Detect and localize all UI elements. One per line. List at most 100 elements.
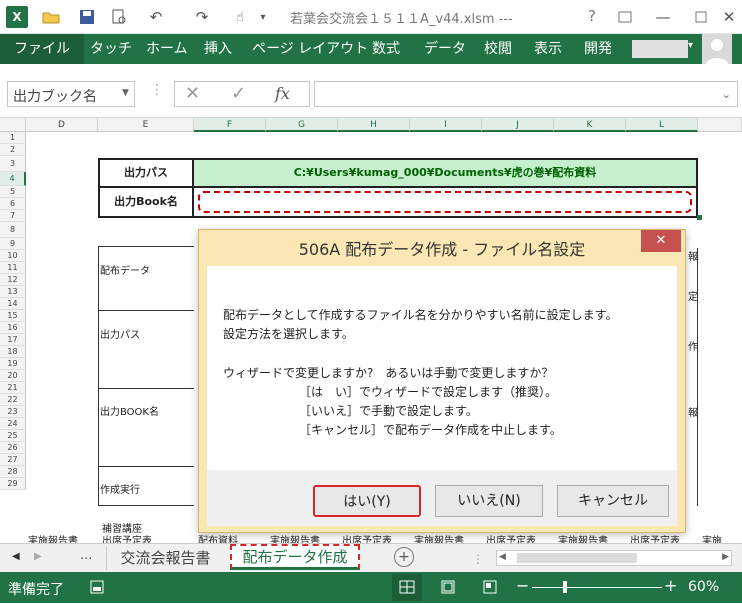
help-button[interactable]: ? [588, 7, 596, 25]
row-header[interactable]: 28 [0, 466, 26, 478]
cell-d29[interactable]: 実施報告書 [28, 532, 78, 543]
row-header[interactable]: 13 [0, 286, 26, 298]
account-dropdown-icon[interactable]: ▾ [688, 40, 693, 51]
tab-insert[interactable]: 挿入 [204, 34, 232, 64]
column-header[interactable]: D [26, 118, 98, 132]
sheet-tab-report[interactable]: 交流会報告書 [106, 546, 224, 570]
row-header[interactable]: 22 [0, 394, 26, 406]
cell-l29[interactable]: 出席予定表 [630, 532, 680, 543]
row-header[interactable]: 23 [0, 406, 26, 418]
row-header[interactable]: 14 [0, 298, 26, 310]
row-header[interactable]: 19 [0, 358, 26, 370]
cancel-entry-icon[interactable]: ✕ [185, 83, 200, 104]
cell-f29[interactable]: 配布資料 [198, 532, 238, 543]
cell-e29[interactable]: 出席予定表 [102, 532, 152, 543]
add-sheet-button[interactable]: + [394, 547, 414, 567]
tabbar-menu-icon[interactable]: ⋮ [472, 552, 484, 566]
row-header[interactable]: 7 [0, 210, 26, 222]
row-header[interactable]: 5 [0, 186, 26, 198]
name-box[interactable]: 出力ブック名 ▼ [7, 81, 135, 107]
macro-record-icon[interactable] [90, 580, 104, 597]
insert-function-icon[interactable]: fx [275, 84, 290, 103]
normal-view-icon[interactable] [392, 574, 422, 601]
print-preview-icon[interactable] [108, 6, 130, 28]
close-window-icon[interactable]: ✕ [718, 6, 740, 28]
row-header[interactable]: 15 [0, 310, 26, 322]
row-header[interactable]: 21 [0, 382, 26, 394]
tab-review[interactable]: 校閲 [484, 34, 512, 64]
cell-k29[interactable]: 実施報告書 [558, 532, 608, 543]
horizontal-scrollbar[interactable]: ◀ ▶ [496, 550, 732, 566]
row-header[interactable]: 11 [0, 262, 26, 274]
open-folder-icon[interactable] [40, 6, 62, 28]
row-header[interactable]: 2 [0, 144, 26, 156]
save-icon[interactable] [76, 6, 98, 28]
column-header[interactable]: L [626, 118, 698, 132]
cell-m29[interactable]: 実施 [702, 532, 722, 543]
next-sheet-icon[interactable]: ▶ [34, 551, 42, 562]
tab-file[interactable]: ファイル [0, 34, 84, 64]
output-book-cell[interactable] [194, 188, 698, 218]
page-layout-view-icon[interactable] [440, 580, 456, 597]
output-path-value[interactable]: C:¥Users¥kumag_000¥Documents¥虎の巻¥配布資料 [194, 158, 698, 188]
row-header[interactable]: 8 [0, 222, 26, 238]
zoom-in-button[interactable]: + [664, 576, 677, 595]
tab-developer[interactable]: 開発 [584, 34, 612, 64]
formula-input[interactable]: ⌄ [314, 81, 738, 107]
row-header[interactable]: 25 [0, 430, 26, 442]
yes-button[interactable]: はい(Y) [313, 485, 421, 517]
zoom-out-button[interactable]: − [516, 576, 529, 595]
row-header[interactable]: 9 [0, 238, 26, 250]
cell-j29[interactable]: 出席予定表 [486, 532, 536, 543]
column-header[interactable]: J [482, 118, 554, 132]
row-header[interactable]: 17 [0, 334, 26, 346]
row-header[interactable]: 18 [0, 346, 26, 358]
row-header[interactable]: 16 [0, 322, 26, 334]
cell-i29[interactable]: 実施報告書 [414, 532, 464, 543]
row-header[interactable]: 24 [0, 418, 26, 430]
row-header[interactable]: 20 [0, 370, 26, 382]
expand-formula-icon[interactable]: ⌄ [722, 88, 731, 101]
page-break-view-icon[interactable] [482, 580, 498, 597]
tab-home[interactable]: ホーム [146, 34, 188, 64]
restore-icon[interactable] [614, 6, 636, 28]
scrollbar-thumb[interactable] [517, 553, 637, 563]
undo-icon[interactable]: ↶ [144, 6, 168, 28]
prev-sheet-icon[interactable]: ◀ [12, 551, 20, 562]
row-header[interactable]: 27 [0, 454, 26, 466]
column-header[interactable]: G [266, 118, 338, 132]
row-header[interactable]: 3 [0, 156, 26, 172]
touch-mode-icon[interactable]: ☝ [230, 6, 250, 28]
column-header[interactable] [698, 118, 742, 132]
row-header[interactable]: 12 [0, 274, 26, 286]
column-header[interactable]: I [410, 118, 482, 132]
row-header[interactable]: 4 [0, 172, 26, 186]
avatar[interactable] [702, 34, 732, 64]
zoom-slider[interactable] [532, 587, 662, 588]
no-button[interactable]: いいえ(N) [435, 485, 543, 517]
tab-page-layout[interactable]: ページ レイアウト [252, 34, 368, 64]
customize-qat-icon[interactable]: ▾ [256, 6, 270, 28]
select-all-corner[interactable] [0, 118, 26, 132]
tab-data[interactable]: データ [424, 34, 466, 64]
sheet-tab-distribution[interactable]: 配布データ作成 [230, 544, 360, 570]
tab-formulas[interactable]: 数式 [372, 34, 400, 64]
tab-touch[interactable]: タッチ [90, 34, 132, 64]
column-header[interactable]: F [194, 118, 266, 132]
row-header[interactable]: 29 [0, 478, 26, 490]
account-name[interactable] [632, 40, 688, 58]
minimize-icon[interactable]: — [652, 6, 674, 28]
tab-view[interactable]: 表示 [534, 34, 562, 64]
cancel-button[interactable]: キャンセル [557, 485, 669, 517]
name-box-dropdown-icon[interactable]: ▼ [122, 88, 129, 98]
column-header[interactable]: K [554, 118, 626, 132]
close-icon[interactable]: ✕ [641, 230, 681, 252]
more-sheets[interactable]: ... [80, 548, 92, 563]
cell-g29[interactable]: 実施報告書 [270, 532, 320, 543]
zoom-level[interactable]: 60% [688, 579, 719, 595]
maximize-icon[interactable] [690, 6, 712, 28]
row-header[interactable]: 10 [0, 250, 26, 262]
confirm-entry-icon[interactable]: ✓ [231, 83, 246, 104]
scroll-right-icon[interactable]: ▶ [722, 552, 729, 562]
column-header[interactable]: E [98, 118, 194, 132]
